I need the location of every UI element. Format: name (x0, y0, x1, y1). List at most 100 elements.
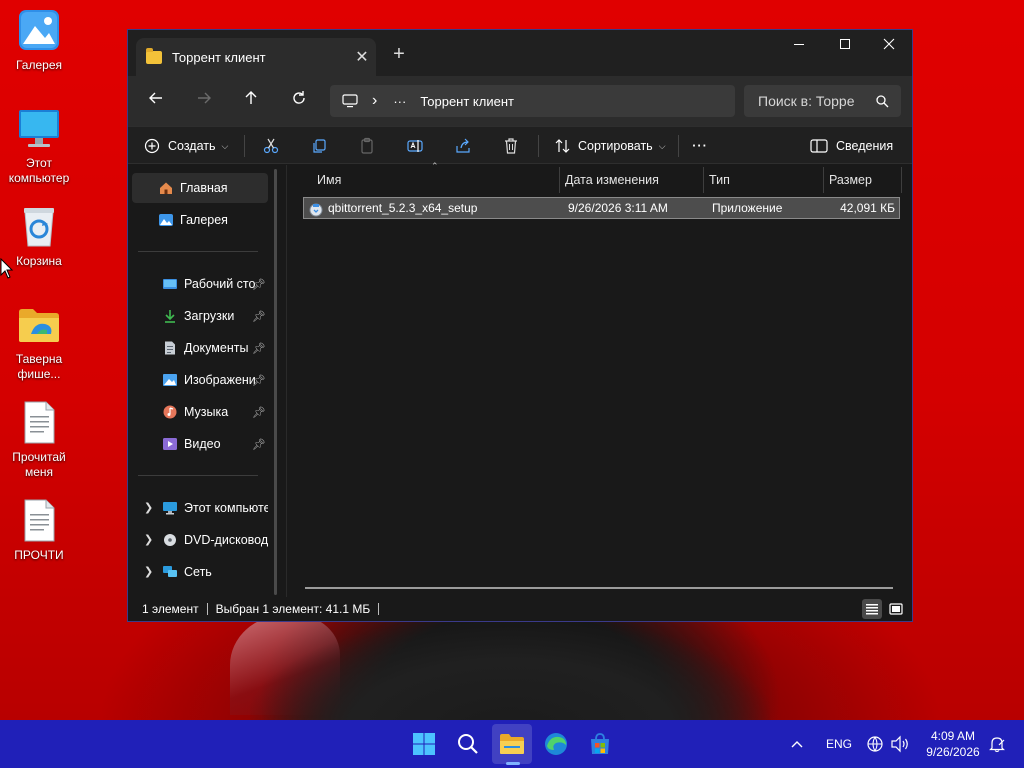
create-label: Создать (168, 139, 216, 153)
new-tab-button[interactable]: + (386, 42, 412, 68)
chevron-down-icon: ⌵ (221, 140, 229, 151)
monitor-icon (162, 501, 178, 515)
sidebar-item-documents[interactable]: Документы 📌︎ (132, 333, 268, 363)
sidebar-divider (138, 251, 258, 252)
status-bar: 1 элемент Выбран 1 элемент: 41.1 МБ (128, 597, 912, 621)
desktop-icon (162, 277, 178, 291)
recycle-bin-icon (15, 202, 63, 250)
sidebar-item-pictures[interactable]: Изображени 📌︎ (132, 365, 268, 395)
sidebar-item-this-pc[interactable]: ❯ Этот компьюте (132, 493, 268, 523)
breadcrumb-current-folder[interactable]: Торрент клиент (420, 94, 514, 109)
pin-icon[interactable]: 📌︎ (252, 278, 266, 291)
navigation-bar: › ··· Торрент клиент Поиск в: Торре (128, 76, 912, 126)
notifications-button[interactable] (988, 720, 1006, 768)
share-button[interactable] (448, 131, 478, 161)
column-header-name[interactable]: Имя (311, 167, 559, 193)
tiles-view-button[interactable] (886, 599, 906, 619)
sidebar-item-home[interactable]: Главная (132, 173, 268, 203)
sort-icon (555, 139, 570, 153)
plus-circle-icon (144, 138, 160, 154)
pin-icon[interactable]: 📌︎ (252, 438, 266, 451)
dvd-icon (162, 533, 178, 547)
sidebar-item-dvd-drive[interactable]: ❯ DVD-дисковод ( (132, 525, 268, 555)
sort-button[interactable]: Сортировать ⌵ (554, 131, 666, 161)
start-button[interactable] (404, 724, 444, 764)
details-view-button[interactable] (862, 599, 882, 619)
desktop-icon-this-pc[interactable]: Этот компьютер (0, 104, 78, 186)
sort-label: Сортировать (578, 139, 653, 153)
column-header-modified[interactable]: Дата изменения (559, 167, 703, 193)
column-divider[interactable] (901, 167, 902, 193)
tab-active[interactable]: Торрент клиент ✕ (136, 38, 376, 76)
desktop-icon-folder[interactable]: Таверна фише... (0, 300, 78, 382)
sidebar-item-gallery[interactable]: Галерея (132, 205, 268, 235)
wallpaper-figure (250, 612, 770, 722)
home-icon (158, 181, 174, 195)
search-input[interactable]: Поиск в: Торре (744, 85, 901, 117)
desktop-icon-gallery[interactable]: Галерея (0, 6, 78, 73)
desktop-icon-read[interactable]: ПРОЧТИ (0, 496, 78, 563)
breadcrumb-overflow[interactable]: ··· (393, 94, 406, 109)
sidebar-item-label: Этот компьюте (184, 501, 268, 515)
create-button[interactable]: Создать ⌵ (144, 131, 228, 161)
pin-icon[interactable]: 📌︎ (252, 374, 266, 387)
pin-icon[interactable]: 📌︎ (252, 310, 266, 323)
sidebar-item-network[interactable]: ❯ Сеть (132, 557, 268, 587)
store-icon (591, 733, 609, 754)
cut-button[interactable] (256, 131, 286, 161)
rename-button[interactable] (400, 131, 430, 161)
sidebar-item-downloads[interactable]: Загрузки 📌︎ (132, 301, 268, 331)
edge-browser-icon (545, 733, 567, 755)
details-pane-button[interactable]: Сведения (810, 131, 893, 161)
clipboard-icon (361, 137, 373, 154)
sidebar-item-label: Видео (184, 437, 221, 451)
copy-button[interactable] (304, 131, 334, 161)
share-icon (456, 138, 470, 153)
file-explorer-window: Торрент клиент ✕ + › ··· Торрент клиент … (127, 29, 913, 622)
desktop-icon-readme[interactable]: Прочитай меня (0, 398, 78, 480)
sidebar-item-label: Документы (184, 341, 249, 355)
column-header-size[interactable]: Размер (823, 167, 901, 193)
paste-button[interactable] (352, 131, 382, 161)
maximize-button[interactable] (822, 30, 868, 60)
file-row-selected[interactable]: qbittorrent_5.2.3_x64_setup 9/26/2026 3:… (303, 197, 900, 219)
chevron-right-icon[interactable]: ❯ (144, 501, 153, 514)
language-indicator[interactable]: ENG (826, 720, 852, 768)
sidebar-item-videos[interactable]: Видео 📌︎ (132, 429, 268, 459)
search-icon[interactable] (875, 94, 889, 111)
sidebar-item-desktop[interactable]: Рабочий сто 📌︎ (132, 269, 268, 299)
close-icon (883, 38, 895, 50)
horizontal-scrollbar[interactable] (305, 587, 893, 589)
system-clock[interactable]: 4:09 AM 9/26/2026 (920, 728, 986, 760)
maximize-icon (840, 39, 850, 49)
video-icon (162, 437, 178, 451)
tab-close-icon[interactable]: ✕ (348, 47, 376, 67)
delete-button[interactable] (496, 131, 526, 161)
volume-icon[interactable] (890, 720, 910, 768)
minimize-button[interactable] (776, 30, 822, 60)
address-bar[interactable]: › ··· Торрент клиент (330, 85, 735, 117)
taskbar-edge[interactable] (536, 724, 576, 764)
chevron-right-icon[interactable]: ❯ (144, 533, 153, 546)
more-options-button[interactable]: ··· (690, 131, 710, 161)
taskbar: ENG 4:09 AM 9/26/2026 (0, 720, 1024, 768)
tiles-view-icon (889, 603, 903, 615)
minimize-icon (794, 44, 804, 45)
search-button[interactable] (448, 724, 488, 764)
scissors-icon (263, 138, 279, 154)
bell-icon (989, 737, 1005, 753)
folder-icon (500, 734, 524, 754)
sidebar-item-music[interactable]: Музыка 📌︎ (132, 397, 268, 427)
breadcrumb-separator[interactable]: › (372, 92, 377, 110)
taskbar-store[interactable] (580, 724, 620, 764)
sidebar-item-label: Изображени (184, 373, 256, 387)
close-button[interactable] (866, 30, 912, 60)
column-header-type[interactable]: Тип (703, 167, 823, 193)
pin-icon[interactable]: 📌︎ (252, 406, 266, 419)
network-status-icon[interactable] (866, 720, 884, 768)
taskbar-file-explorer[interactable] (492, 724, 532, 764)
sidebar-scrollbar[interactable] (274, 169, 277, 595)
pin-icon[interactable]: 📌︎ (252, 342, 266, 355)
chevron-right-icon[interactable]: ❯ (144, 565, 153, 578)
show-hidden-icons-button[interactable] (790, 720, 804, 768)
